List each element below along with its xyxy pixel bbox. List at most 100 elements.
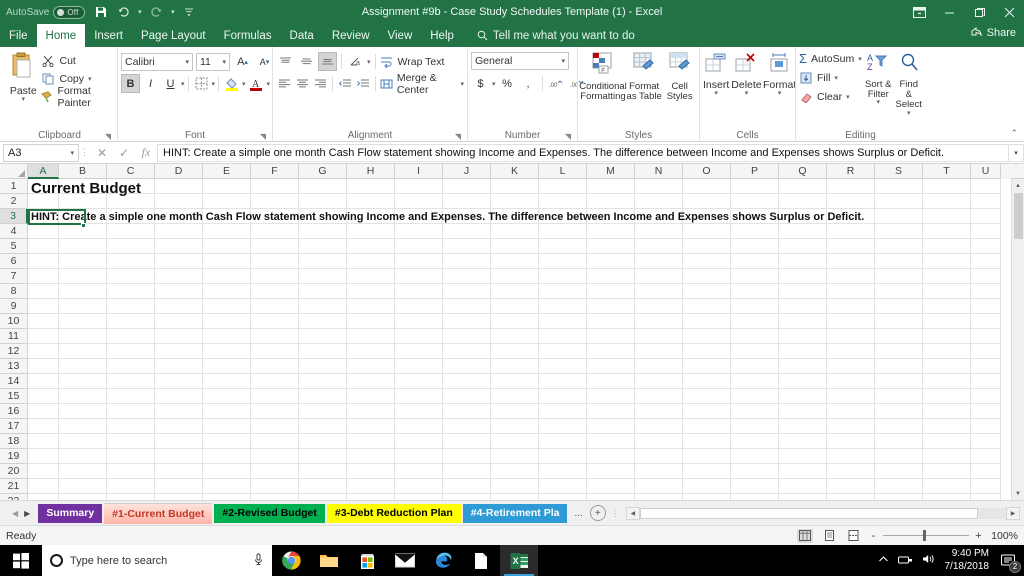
cell-o8[interactable] [683,284,731,299]
cell-s11[interactable] [875,329,923,344]
chrome-icon[interactable] [272,545,310,576]
cell-g1[interactable] [299,179,347,194]
cell-k22[interactable] [491,494,539,500]
cell-e8[interactable] [203,284,251,299]
cell-f3[interactable] [251,209,299,224]
cell-l7[interactable] [539,269,587,284]
column-header-b[interactable]: B [59,164,107,179]
column-header-h[interactable]: H [347,164,395,179]
cell-p1[interactable] [731,179,779,194]
paste-button[interactable]: Paste ▾ [5,50,41,104]
cell-s18[interactable] [875,434,923,449]
cell-m2[interactable] [587,194,635,209]
cell-b14[interactable] [59,374,107,389]
cell-t3[interactable] [923,209,971,224]
cell-m14[interactable] [587,374,635,389]
formula-input[interactable]: HINT: Create a simple one month Cash Flo… [157,143,1008,162]
column-header-m[interactable]: M [587,164,635,179]
alignment-dialog-launcher[interactable]: ◥ [455,132,461,141]
insert-function-icon[interactable]: fx [135,144,157,162]
column-header-p[interactable]: P [731,164,779,179]
cell-t17[interactable] [923,419,971,434]
cell-n20[interactable] [635,464,683,479]
cell-s15[interactable] [875,389,923,404]
cell-n16[interactable] [635,404,683,419]
cell-k14[interactable] [491,374,539,389]
column-header-f[interactable]: F [251,164,299,179]
cell-d8[interactable] [155,284,203,299]
cell-g16[interactable] [299,404,347,419]
zoom-out-button[interactable]: - [869,530,878,542]
cell-k8[interactable] [491,284,539,299]
cell-b2[interactable] [59,194,107,209]
cell-p15[interactable] [731,389,779,404]
cell-d3[interactable] [155,209,203,224]
font-name-dropdown-icon[interactable]: ▾ [185,58,189,66]
cell-d13[interactable] [155,359,203,374]
cell-c2[interactable] [107,194,155,209]
cell-m16[interactable] [587,404,635,419]
cell-g12[interactable] [299,344,347,359]
cell-k1[interactable] [491,179,539,194]
cell-s13[interactable] [875,359,923,374]
cell-c22[interactable] [107,494,155,500]
cell-g4[interactable] [299,224,347,239]
font-size-input[interactable]: 11 ▾ [196,52,230,71]
wrap-text-button[interactable]: Wrap Text [380,53,444,70]
delete-cells-button[interactable]: Delete ▾ [731,50,762,98]
sheet-tab-2[interactable]: #1-Current Budget [104,502,213,524]
cell-i18[interactable] [395,434,443,449]
horizontal-scroll-thumb[interactable] [639,507,978,519]
cell-d6[interactable] [155,254,203,269]
cell-g19[interactable] [299,449,347,464]
cell-a20[interactable] [28,464,59,479]
expand-formula-bar-icon[interactable]: ▾ [1008,143,1024,162]
restore-icon[interactable] [964,0,994,24]
cell-d10[interactable] [155,314,203,329]
cell-q8[interactable] [779,284,827,299]
tab-review[interactable]: Review [323,24,379,47]
name-box[interactable]: A3 ▾ [3,143,79,162]
scroll-down-icon[interactable]: ▼ [1011,487,1024,500]
cell-q13[interactable] [779,359,827,374]
cell-q9[interactable] [779,299,827,314]
cell-n21[interactable] [635,479,683,494]
cell-s10[interactable] [875,314,923,329]
cell-o14[interactable] [683,374,731,389]
cell-g3[interactable] [299,209,347,224]
cell-h4[interactable] [347,224,395,239]
cell-i7[interactable] [395,269,443,284]
cell-u7[interactable] [971,269,1001,284]
cell-e9[interactable] [203,299,251,314]
cell-a13[interactable] [28,359,59,374]
cell-e1[interactable] [203,179,251,194]
cell-r6[interactable] [827,254,875,269]
cell-e2[interactable] [203,194,251,209]
autosave-toggle[interactable]: AutoSave Off [6,5,86,19]
cell-r15[interactable] [827,389,875,404]
cell-k2[interactable] [491,194,539,209]
cell-k11[interactable] [491,329,539,344]
cell-h18[interactable] [347,434,395,449]
edge-icon[interactable] [424,545,462,576]
cell-q14[interactable] [779,374,827,389]
cell-i19[interactable] [395,449,443,464]
cell-j14[interactable] [443,374,491,389]
cell-q1[interactable] [779,179,827,194]
cell-c7[interactable] [107,269,155,284]
row-header-11[interactable]: 11 [0,329,28,344]
cell-o9[interactable] [683,299,731,314]
cell-u8[interactable] [971,284,1001,299]
cell-a11[interactable] [28,329,59,344]
cell-m10[interactable] [587,314,635,329]
cell-o20[interactable] [683,464,731,479]
cell-m3[interactable] [587,209,635,224]
cell-e15[interactable] [203,389,251,404]
scroll-right-icon[interactable]: ▶ [1006,506,1020,520]
cell-j7[interactable] [443,269,491,284]
column-header-c[interactable]: C [107,164,155,179]
cell-r2[interactable] [827,194,875,209]
cell-g21[interactable] [299,479,347,494]
cell-h15[interactable] [347,389,395,404]
cell-r5[interactable] [827,239,875,254]
